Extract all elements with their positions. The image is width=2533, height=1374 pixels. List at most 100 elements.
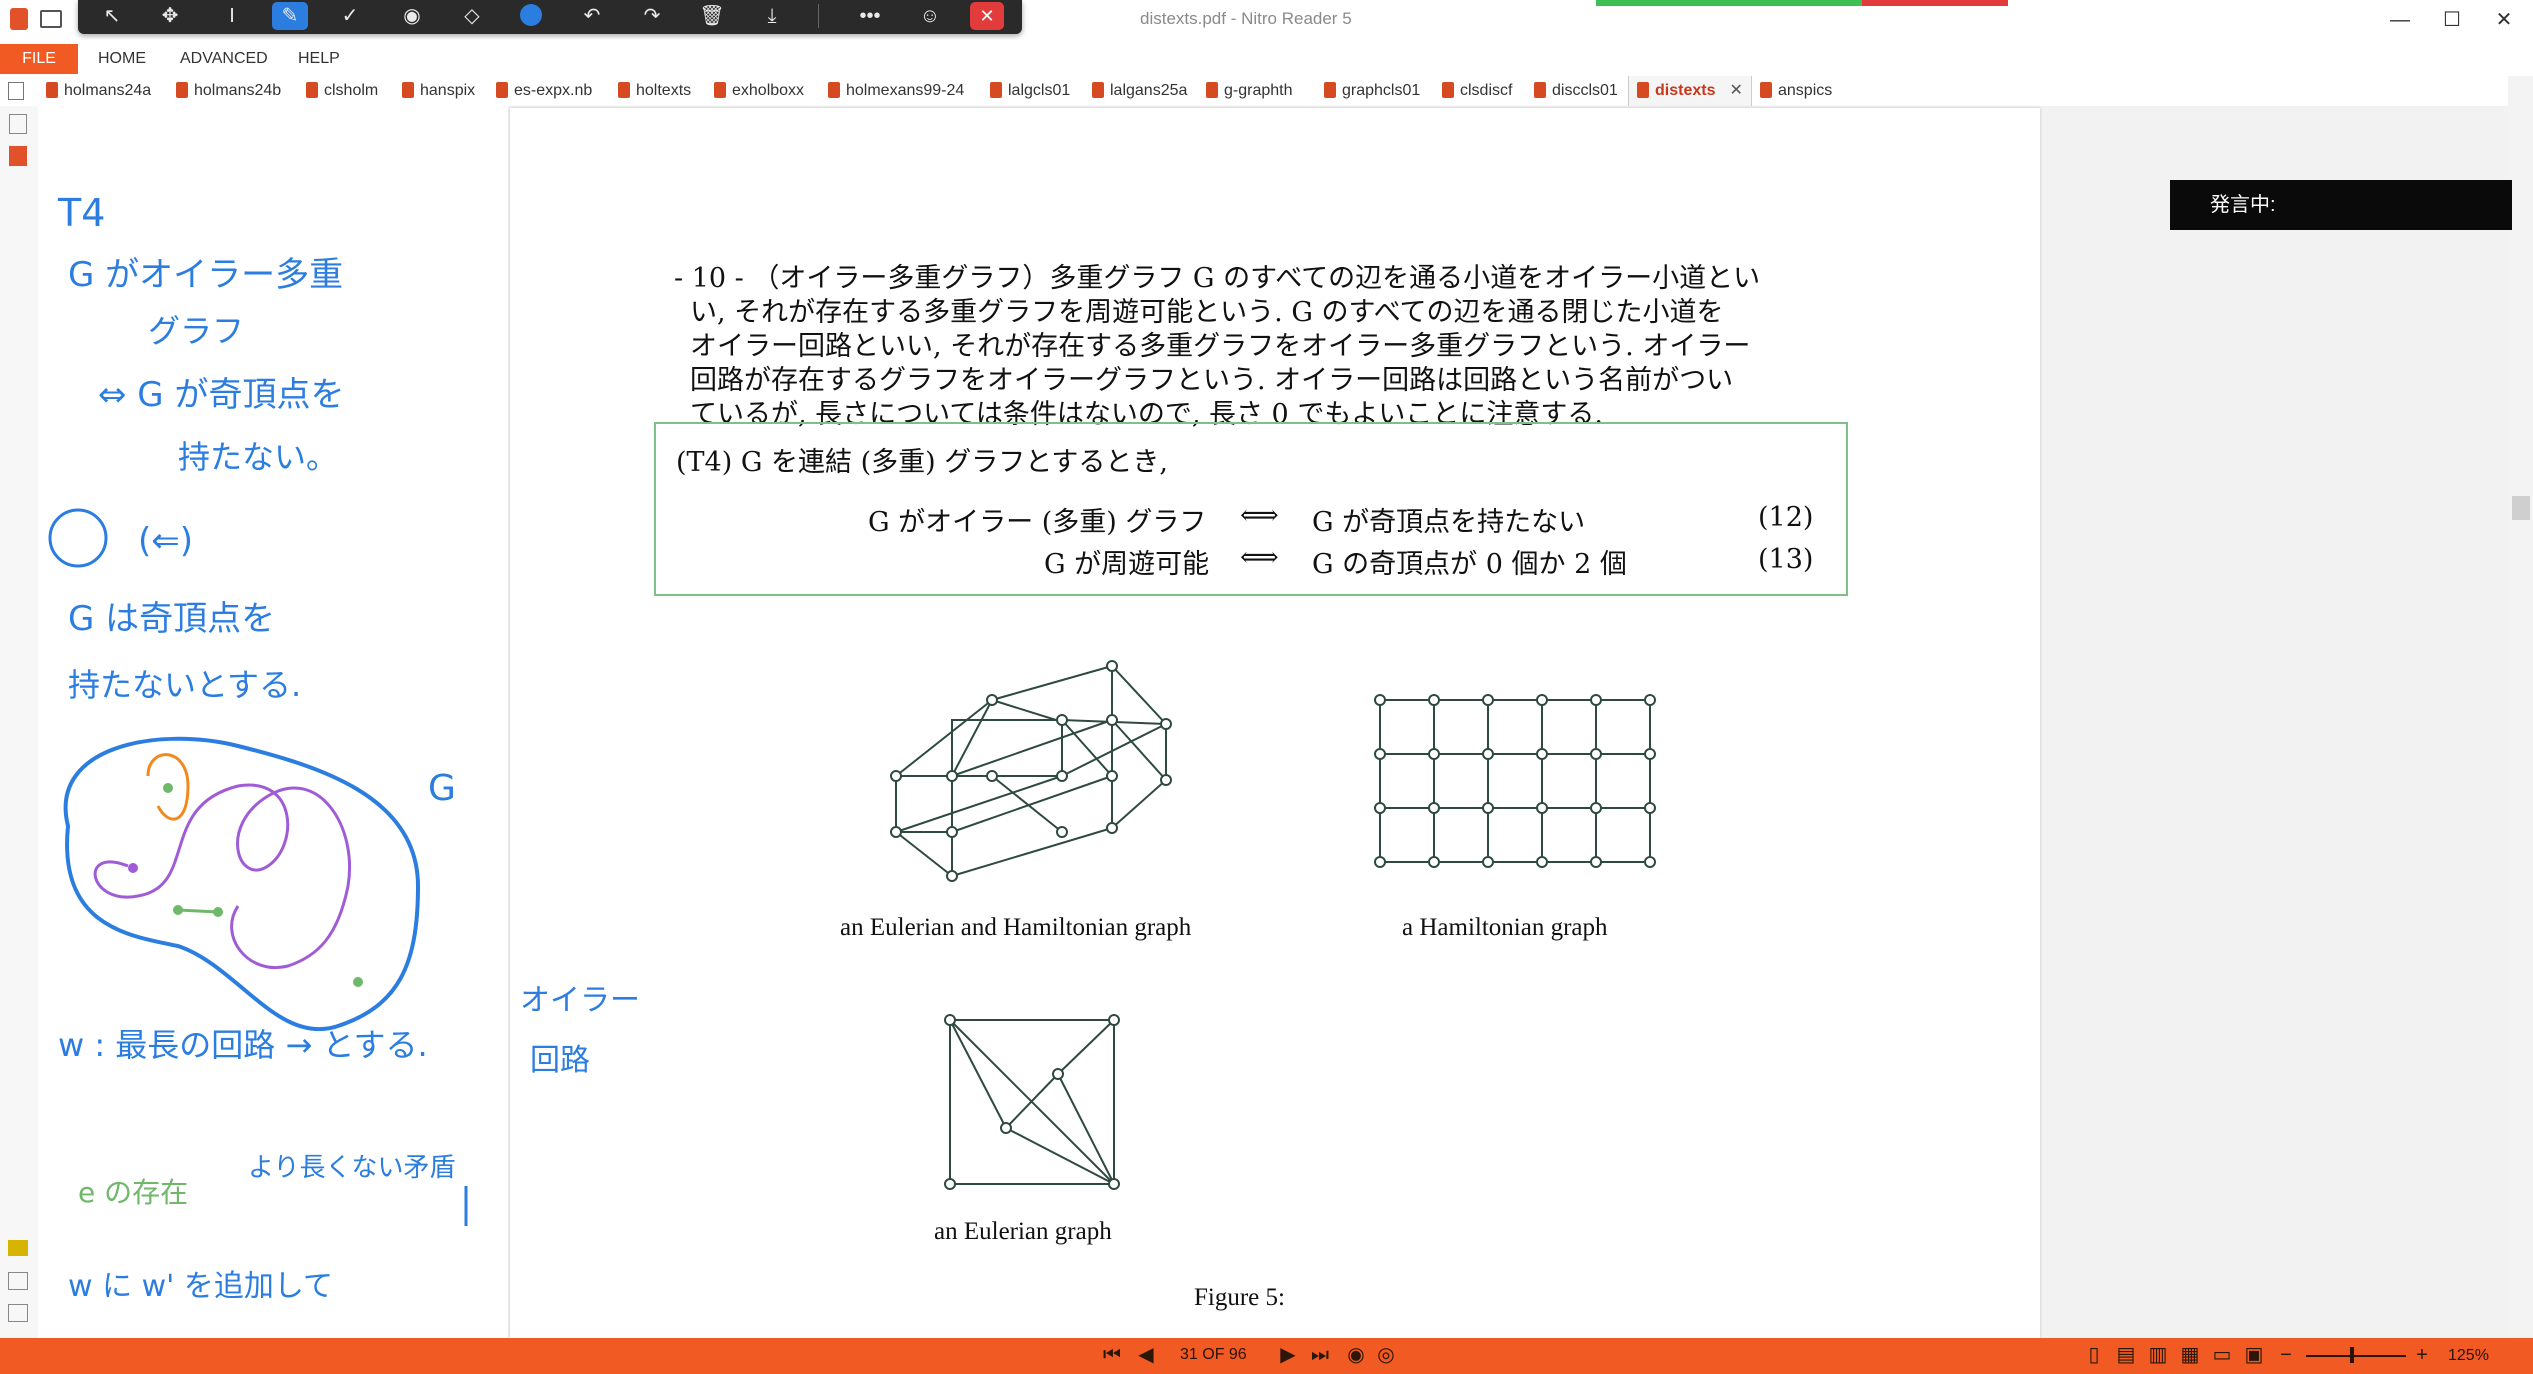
zoom-out-icon[interactable]: − <box>2274 1340 2298 1370</box>
open-folder-icon[interactable] <box>40 10 62 28</box>
tab-label: distexts <box>1655 82 1716 99</box>
tab-holmexans99-24[interactable]: holmexans99-24 <box>828 76 964 106</box>
eq13-iff: ⟺ <box>1240 542 1279 573</box>
tab-es-expx[interactable]: es-expx.nb <box>496 76 592 106</box>
tab-label: lalgans25a <box>1110 82 1188 99</box>
tab-holmans24a[interactable]: holmans24a <box>46 76 151 106</box>
last-page-icon[interactable]: ⏭ <box>1308 1340 1332 1370</box>
grid-vertex <box>1536 694 1548 706</box>
facing-continuous-view-icon[interactable]: ▦ <box>2178 1340 2202 1370</box>
grid-vertex <box>1590 748 1602 760</box>
minimize-button[interactable]: — <box>2380 6 2420 34</box>
zoom-in-icon[interactable]: + <box>2410 1340 2434 1370</box>
tab-holmans24b[interactable]: holmans24b <box>176 76 281 106</box>
tab-disccls01[interactable]: disccls01 <box>1534 76 1618 106</box>
next-page-icon[interactable]: ▶ <box>1276 1340 1300 1370</box>
layers-icon[interactable] <box>8 1304 28 1322</box>
tab-g-graphth[interactable]: g-graphth <box>1206 76 1293 106</box>
note-line-9: w : 最長の回路 → とする. <box>58 1026 428 1064</box>
maximize-button[interactable]: ☐ <box>2432 6 2472 34</box>
zoom-slider-handle[interactable] <box>2350 1347 2354 1363</box>
page-indicator[interactable]: 31 OF 96 <box>1180 1346 1247 1364</box>
menu-bar <box>0 40 2533 74</box>
comments-icon[interactable] <box>8 1240 28 1256</box>
grid-vertex <box>1536 748 1548 760</box>
eq12-number: (12) <box>1758 502 1814 533</box>
vertical-scrollbar[interactable] <box>2508 76 2533 1338</box>
facing-view-icon[interactable]: ▥ <box>2146 1340 2170 1370</box>
grid-vertex <box>1428 802 1440 814</box>
tab-anspics[interactable]: anspics <box>1760 76 1832 106</box>
page-thumbnails-icon[interactable] <box>9 114 27 134</box>
menu-home[interactable]: HOME <box>98 50 146 68</box>
close-tab-icon[interactable]: ✕ <box>1729 82 1742 99</box>
graph-vertex <box>1106 660 1118 672</box>
tab-clsdiscf[interactable]: clsdiscf <box>1442 76 1512 106</box>
trash-icon[interactable]: 🗑 <box>694 2 730 30</box>
grid-vertex <box>1590 856 1602 868</box>
move-icon[interactable]: ✥ <box>152 2 188 30</box>
pointer-icon[interactable]: ↖ <box>94 2 130 30</box>
tab-graphcls01[interactable]: graphcls01 <box>1324 76 1420 106</box>
forward-view-icon[interactable]: ◎ <box>1374 1340 1398 1370</box>
tab-list-icon[interactable] <box>8 82 24 100</box>
eq12-iff: ⟺ <box>1240 500 1279 531</box>
menu-help[interactable]: HELP <box>298 50 340 68</box>
grid-vertex <box>1590 694 1602 706</box>
redo-icon[interactable]: ↷ <box>634 2 670 30</box>
grid-vertex <box>1644 748 1656 760</box>
close-toolbar-icon[interactable]: ✕ <box>970 2 1004 30</box>
undo-icon[interactable]: ↶ <box>574 2 610 30</box>
tab-lalgans25a[interactable]: lalgans25a <box>1092 76 1187 106</box>
previous-page-icon[interactable]: ◀ <box>1134 1340 1158 1370</box>
tab-clsholm[interactable]: clsholm <box>306 76 378 106</box>
attachments-icon[interactable] <box>8 1272 28 1290</box>
graph-vertex <box>944 1014 956 1026</box>
zoom-level[interactable]: 125% <box>2448 1347 2489 1365</box>
graph-vertex <box>946 870 958 882</box>
note-contradiction: より長くない矛盾 <box>248 1153 455 1183</box>
caption-eulerian-graph: an Eulerian graph <box>934 1218 1112 1245</box>
pen-icon[interactable]: ✎ <box>272 2 308 30</box>
stamp-icon[interactable]: ◉ <box>394 2 430 30</box>
graph-vertex <box>1056 770 1068 782</box>
walk-sketch <box>93 783 351 969</box>
back-view-icon[interactable]: ◉ <box>1344 1340 1368 1370</box>
tab-lalgcls01[interactable]: lalgcls01 <box>990 76 1070 106</box>
pdf-file-icon <box>1760 82 1772 98</box>
edge-e-sketch <box>177 908 219 914</box>
bookmarks-icon[interactable] <box>9 146 27 166</box>
zoom-slider-track[interactable] <box>2306 1355 2406 1357</box>
person-icon[interactable]: ☺ <box>912 2 948 30</box>
file-menu-button[interactable]: FILE <box>0 44 78 74</box>
single-page-view-icon[interactable]: ▯ <box>2082 1340 2106 1370</box>
fit-width-icon[interactable]: ▣ <box>2242 1340 2266 1370</box>
caption-grid-graph: a Hamiltonian graph <box>1402 914 1608 941</box>
tab-holtexts[interactable]: holtexts <box>618 76 691 106</box>
scrollbar-thumb[interactable] <box>2512 496 2530 520</box>
first-page-icon[interactable]: ⏮ <box>1100 1340 1124 1370</box>
grid-vertex <box>1482 748 1494 760</box>
vertex-dot <box>173 905 183 915</box>
close-window-button[interactable]: ✕ <box>2484 6 2524 34</box>
menu-advanced[interactable]: ADVANCED <box>180 50 268 68</box>
note-existence: e の存在 <box>78 1176 188 1209</box>
fit-page-icon[interactable]: ▭ <box>2210 1340 2234 1370</box>
color-dot-icon[interactable] <box>520 4 542 26</box>
pdf-file-icon <box>1637 82 1649 98</box>
check-icon[interactable]: ✓ <box>332 2 368 30</box>
circle-sketch <box>48 508 108 568</box>
vertex-dot <box>353 977 363 987</box>
window-title: distexts.pdf - Nitro Reader 5 <box>1140 9 1352 28</box>
tab-exholboxx[interactable]: exholboxx <box>714 76 804 106</box>
continuous-view-icon[interactable]: ▤ <box>2114 1340 2138 1370</box>
tab-label: g-graphth <box>1224 82 1293 99</box>
download-icon[interactable]: ⤓ <box>754 2 790 30</box>
more-icon[interactable]: ••• <box>852 2 888 30</box>
graph-vertex <box>1106 714 1118 726</box>
tab-hanspix[interactable]: hanspix <box>402 76 475 106</box>
tab-distexts[interactable]: distexts ✕ <box>1628 76 1752 106</box>
eraser-icon[interactable]: ◇ <box>454 2 490 30</box>
left-panel-rail <box>0 106 39 1338</box>
text-cursor-icon[interactable]: I <box>214 2 250 30</box>
